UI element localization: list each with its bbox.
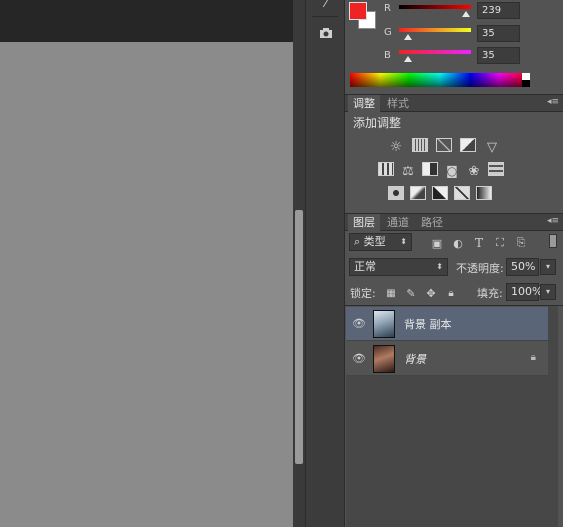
camera-settings-icon[interactable]: [315, 24, 337, 42]
red-value-field[interactable]: 239: [477, 2, 520, 19]
exposure-icon[interactable]: [460, 138, 476, 152]
dropdown-arrow-icon: ⬍: [436, 262, 443, 271]
fill-dropdown-arrow-icon[interactable]: ▾: [540, 284, 556, 300]
dropdown-arrow-icon: ⬍: [400, 237, 407, 246]
visibility-eye-icon[interactable]: 👁︎: [352, 352, 366, 365]
channel-label-b: B: [384, 50, 391, 61]
blend-mode-value: 正常: [354, 260, 376, 273]
tab-channels[interactable]: 通道: [382, 214, 414, 231]
tab-adjustments[interactable]: 调整: [348, 95, 380, 112]
vibrance-icon[interactable]: ▽: [484, 138, 500, 156]
adjustment-layer-filter-icon[interactable]: ◐: [451, 234, 465, 252]
color-spectrum-shade: [350, 73, 530, 87]
panel-dock-column: ⁄: [305, 0, 345, 527]
dock-divider: [312, 16, 338, 17]
channel-mixer-icon[interactable]: ❀: [466, 162, 482, 180]
document-canvas[interactable]: [0, 42, 293, 527]
threshold-icon[interactable]: [432, 186, 448, 200]
green-slider-thumb[interactable]: [404, 34, 412, 40]
layer-row[interactable]: 👁︎ 背景 副本: [346, 307, 548, 341]
blend-mode-dropdown[interactable]: 正常 ⬍: [349, 258, 448, 276]
lock-position-icon[interactable]: ✥: [424, 286, 438, 300]
blue-value-field[interactable]: 35: [477, 47, 520, 64]
layer-name[interactable]: 背景: [404, 351, 426, 367]
red-slider-track[interactable]: [399, 5, 471, 9]
selective-color-icon[interactable]: [454, 186, 470, 200]
foreground-color-swatch[interactable]: [349, 2, 367, 20]
tab-layers[interactable]: 图层: [348, 214, 380, 231]
levels-icon[interactable]: [412, 138, 428, 152]
layer-filter-dropdown[interactable]: ⌕ 类型 ⬍: [349, 233, 412, 251]
adjustment-icons-row-2: ⚖ ◙ ❀: [378, 162, 504, 180]
lock-label: 锁定:: [350, 287, 376, 300]
blue-slider-thumb[interactable]: [404, 56, 412, 62]
visibility-eye-icon[interactable]: 👁︎: [352, 317, 366, 330]
photo-filter-icon[interactable]: ◙: [444, 162, 460, 180]
layer-name[interactable]: 背景 副本: [404, 316, 452, 332]
panel-menu-icon[interactable]: ◂≡: [547, 97, 559, 107]
layers-tabbar: 图层 通道 路径 ◂≡: [345, 213, 563, 231]
filter-toggle-switch[interactable]: [549, 234, 557, 248]
search-icon: ⌕: [354, 235, 364, 248]
fill-field[interactable]: 100%: [506, 283, 542, 301]
opacity-field[interactable]: 50%: [506, 258, 539, 276]
layers-empty-area: [346, 376, 548, 527]
fill-label: 填充:: [477, 287, 503, 300]
channel-label-r: R: [384, 3, 391, 14]
layer-filter-icons: ▣ ◐ T ⛶ ⎘: [430, 234, 528, 252]
green-value-field[interactable]: 35: [477, 25, 520, 42]
layers-panel-menu-icon[interactable]: ◂≡: [547, 216, 559, 226]
black-white-picker[interactable]: [522, 73, 530, 87]
layer-filter-label: 类型: [363, 235, 386, 248]
opacity-label: 不透明度:: [456, 262, 504, 275]
brush-tool-icon[interactable]: ⁄: [315, 0, 337, 12]
green-slider-track[interactable]: [399, 28, 471, 32]
posterize-icon[interactable]: [410, 186, 426, 200]
canvas-top-bar: [0, 0, 293, 42]
adjustment-icons-row-3: [388, 186, 492, 200]
channel-label-g: G: [384, 27, 392, 38]
opacity-dropdown-arrow-icon[interactable]: ▾: [540, 259, 556, 275]
lock-icons: ▦ ✎ ✥ 🔒︎: [384, 286, 458, 300]
add-adjustment-title: 添加调整: [353, 116, 402, 130]
layers-divider: [345, 305, 563, 306]
layer-lock-icon: 🔒︎: [530, 352, 536, 363]
lock-all-icon[interactable]: 🔒︎: [444, 286, 458, 300]
tab-styles[interactable]: 样式: [382, 95, 414, 112]
gradient-map-icon[interactable]: [476, 186, 492, 200]
red-slider-thumb[interactable]: [462, 11, 470, 17]
pixel-layer-filter-icon[interactable]: ▣: [430, 234, 444, 252]
type-layer-filter-icon[interactable]: T: [472, 234, 486, 252]
tab-paths[interactable]: 路径: [416, 214, 448, 231]
adjustment-icons-row-1: ☼ ▽: [388, 138, 500, 156]
adjustments-tabbar: 调整 样式 ◂≡: [345, 94, 563, 112]
layer-thumbnail: [373, 345, 395, 373]
color-balance-icon[interactable]: ⚖: [400, 162, 416, 180]
curves-icon[interactable]: [436, 138, 452, 152]
hue-saturation-icon[interactable]: [378, 162, 394, 176]
layer-row[interactable]: 👁︎ 背景 🔒︎: [346, 342, 548, 376]
layer-thumbnail: [373, 310, 395, 338]
smart-object-filter-icon[interactable]: ⎘: [514, 234, 528, 252]
blue-slider-track[interactable]: [399, 50, 471, 54]
invert-icon[interactable]: [388, 186, 404, 200]
canvas-scrollbar-thumb[interactable]: [295, 210, 303, 464]
shape-layer-filter-icon[interactable]: ⛶: [493, 234, 507, 252]
color-lookup-icon[interactable]: [488, 162, 504, 176]
brightness-contrast-icon[interactable]: ☼: [388, 138, 404, 156]
lock-transparent-pixels-icon[interactable]: ▦: [384, 286, 398, 300]
layers-scrollbar[interactable]: [548, 306, 558, 527]
lock-image-pixels-icon[interactable]: ✎: [404, 286, 418, 300]
black-white-icon[interactable]: [422, 162, 438, 176]
